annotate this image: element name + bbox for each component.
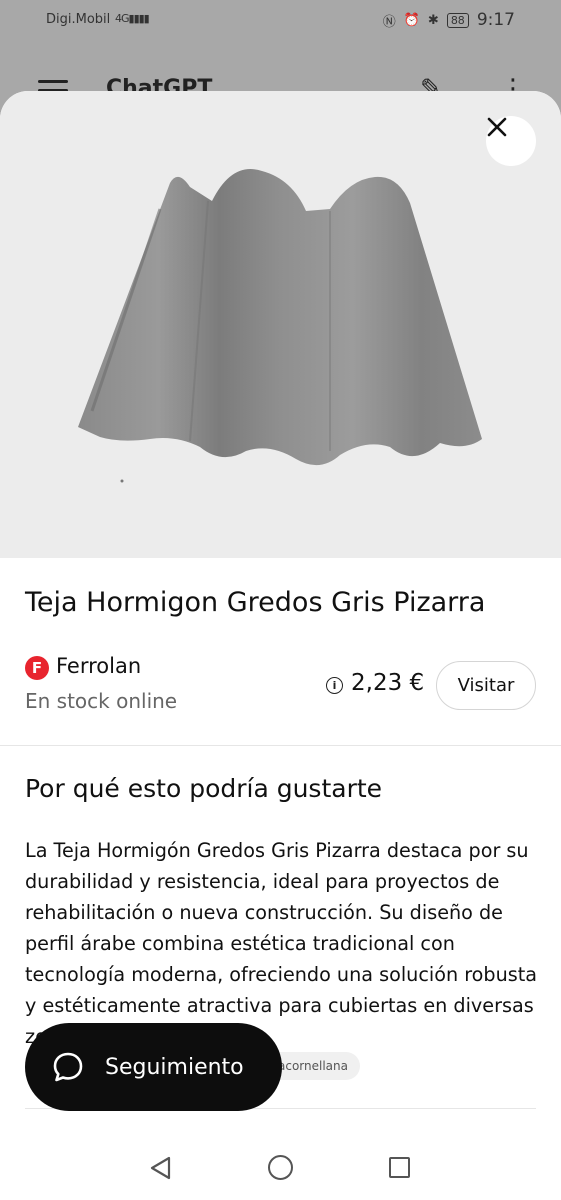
nav-back-icon[interactable] (148, 1155, 174, 1181)
section-title: Por qué esto podría gustarte (25, 774, 383, 803)
product-image (0, 91, 561, 558)
signal-icon: 4G▮▮▮▮ (115, 12, 150, 25)
availability-status: En stock online (25, 689, 178, 713)
status-bar: Digi.Mobil 4G▮▮▮▮ Ⓝ ⏰ ✱ 88 9:17 (0, 0, 561, 44)
bluetooth-icon: ✱ (427, 12, 439, 28)
close-icon (487, 117, 507, 137)
alarm-icon: ⏰ (403, 12, 420, 28)
chat-bubble-icon (53, 1052, 83, 1082)
product-price: 2,23 € (351, 670, 425, 696)
clock: 9:17 (476, 10, 515, 30)
product-title: Teja Hormigon Gredos Gris Pizarra (25, 587, 486, 618)
navigation-bar (0, 1135, 561, 1200)
roof-tile-illustration (78, 169, 482, 483)
product-sheet: Teja Hormigon Gredos Gris Pizarra F Ferr… (0, 91, 561, 1200)
store-name: Ferrolan (56, 654, 142, 678)
divider (0, 745, 561, 746)
battery-icon: 88 (446, 12, 469, 28)
follow-button[interactable]: Seguimiento (25, 1023, 282, 1111)
status-icons: Ⓝ ⏰ ✱ 88 9:17 (383, 10, 515, 30)
carrier-name: Digi.Mobil (46, 12, 111, 27)
store-logo-icon: F (25, 656, 49, 680)
close-button[interactable] (486, 116, 536, 166)
nav-home-icon[interactable] (268, 1155, 293, 1180)
nfc-icon: Ⓝ (382, 14, 396, 30)
info-icon[interactable]: i (326, 677, 343, 694)
product-description: La Teja Hormigón Gredos Gris Pizarra des… (25, 839, 538, 1047)
nav-recents-icon[interactable] (389, 1157, 410, 1178)
visit-button[interactable]: Visitar (436, 661, 536, 710)
follow-button-label: Seguimiento (105, 1054, 244, 1080)
